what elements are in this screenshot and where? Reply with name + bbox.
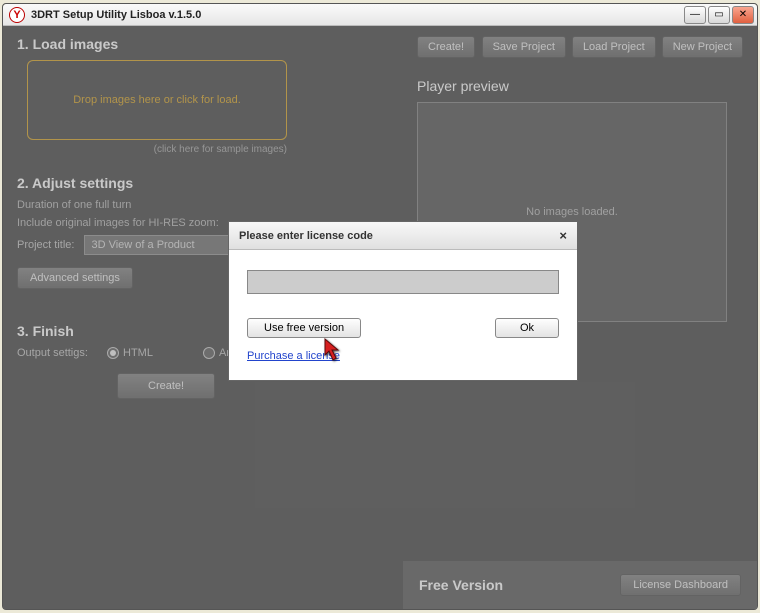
titlebar[interactable]: 3DRT Setup Utility Lisboa v.1.5.0 — ▭ ✕ [3,4,757,26]
window-title: 3DRT Setup Utility Lisboa v.1.5.0 [31,9,201,21]
window-controls: — ▭ ✕ [684,6,754,24]
license-modal: Please enter license code × Use free ver… [228,221,578,381]
use-free-version-button[interactable]: Use free version [247,318,361,338]
maximize-button[interactable]: ▭ [708,6,730,24]
modal-body: Use free version Ok Purchase a license [229,250,577,380]
ok-button[interactable]: Ok [495,318,559,338]
modal-button-row: Use free version Ok [247,318,559,338]
modal-title-text: Please enter license code [239,230,373,242]
purchase-license-link[interactable]: Purchase a license [247,350,340,362]
app-icon [9,7,25,23]
minimize-button[interactable]: — [684,6,706,24]
modal-titlebar[interactable]: Please enter license code × [229,222,577,250]
license-code-input[interactable] [247,270,559,294]
modal-close-icon[interactable]: × [559,228,567,243]
close-button[interactable]: ✕ [732,6,754,24]
